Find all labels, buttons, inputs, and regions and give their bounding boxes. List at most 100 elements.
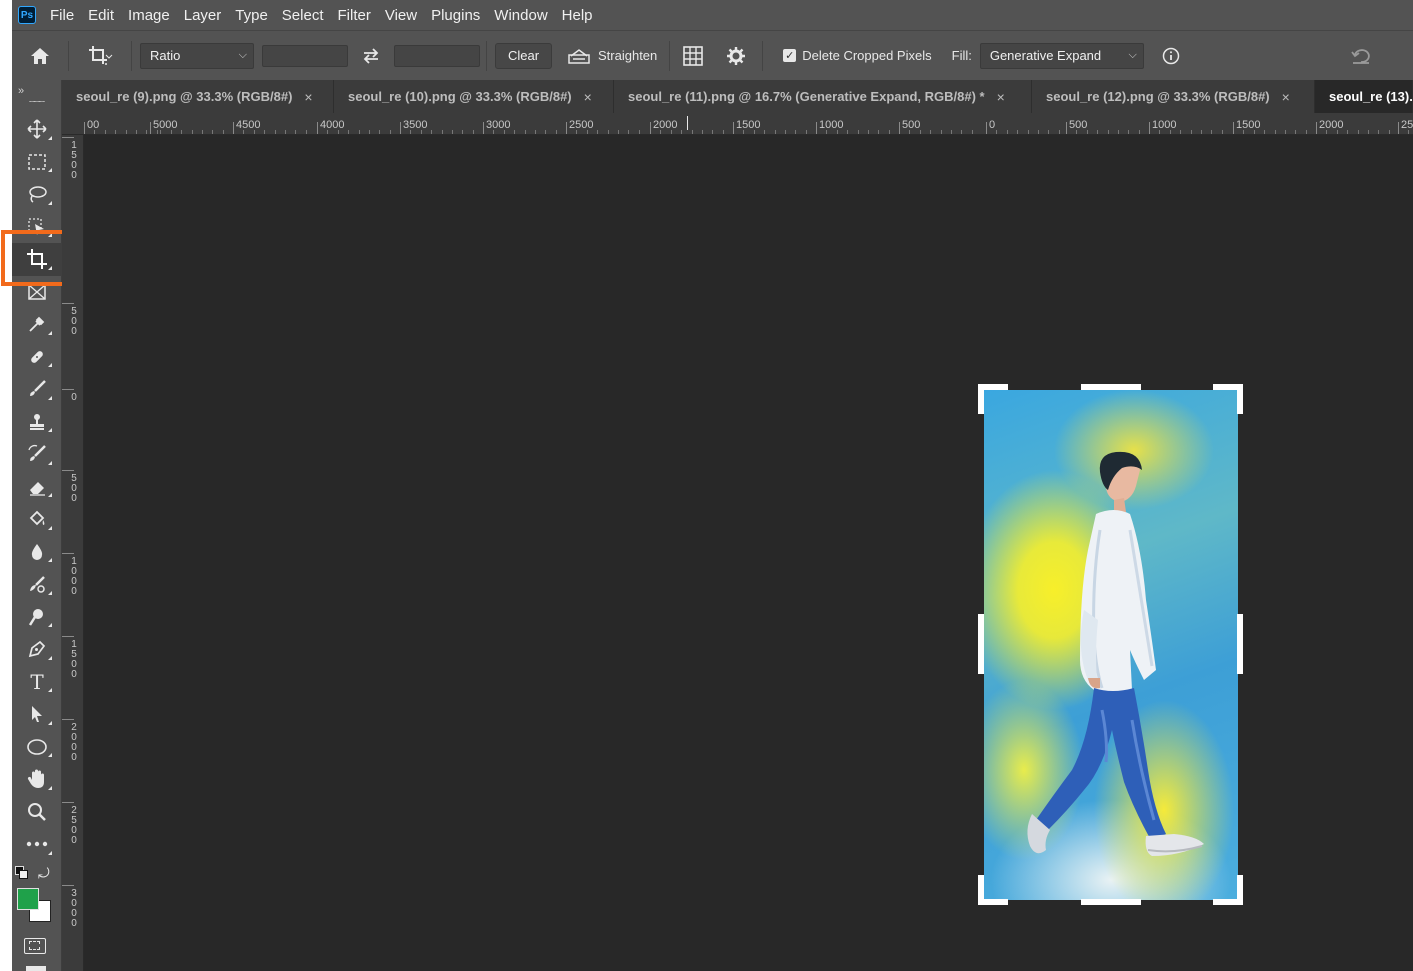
document-tab-active[interactable]: seoul_re (13). xyxy=(1315,80,1413,113)
ruler-label: 3000 xyxy=(486,119,511,131)
ruler-label: 0 xyxy=(71,752,77,763)
close-icon[interactable]: × xyxy=(1282,89,1290,105)
crop-handle-middle-right[interactable] xyxy=(1237,614,1243,674)
close-icon[interactable]: × xyxy=(584,89,592,105)
ruler-minor-tick xyxy=(202,130,203,134)
ruler-tick xyxy=(1233,122,1234,134)
screen-mode-icon[interactable] xyxy=(26,966,46,971)
width-input[interactable] xyxy=(262,44,348,67)
delete-cropped-label[interactable]: Delete Cropped Pixels xyxy=(802,48,931,63)
menu-plugins[interactable]: Plugins xyxy=(431,7,480,24)
crop-handle-top-left[interactable] xyxy=(978,384,984,414)
crop-handle-top-right[interactable] xyxy=(1237,384,1243,414)
ruler-tick xyxy=(986,122,987,134)
info-icon[interactable] xyxy=(1156,47,1186,65)
overlay-grid-icon[interactable] xyxy=(676,45,710,67)
crop-handle-bottom-right[interactable] xyxy=(1237,875,1243,905)
menu-select[interactable]: Select xyxy=(282,7,324,24)
move-icon[interactable] xyxy=(12,113,62,146)
menu-window[interactable]: Window xyxy=(494,7,547,24)
document-tab[interactable]: seoul_re (11).png @ 16.7% (Generative Ex… xyxy=(614,80,1032,113)
ruler-label: 0 xyxy=(71,918,77,929)
smudge-icon[interactable] xyxy=(12,568,62,601)
fill-dropdown[interactable]: Generative Expand ⌵ xyxy=(979,42,1144,69)
ratio-value: Ratio xyxy=(150,48,181,63)
ruler-minor-tick xyxy=(136,130,137,134)
menu-help[interactable]: Help xyxy=(562,7,593,24)
ruler-minor-tick xyxy=(410,130,412,134)
more-icon[interactable] xyxy=(12,828,62,861)
menu-layer[interactable]: Layer xyxy=(184,7,222,24)
panel-collapse-handle[interactable]: » ┄┄┄ xyxy=(12,80,61,113)
ruler-minor-tick xyxy=(524,130,526,134)
ruler-tick xyxy=(400,122,401,134)
ruler-minor-tick xyxy=(146,130,148,134)
paint-bucket-icon[interactable] xyxy=(12,503,62,536)
eraser-icon[interactable] xyxy=(12,471,62,504)
history-brush-icon[interactable] xyxy=(12,438,62,471)
straighten-icon[interactable] xyxy=(560,47,598,65)
menu-filter[interactable]: Filter xyxy=(338,7,371,24)
swap-icon[interactable] xyxy=(348,47,394,64)
swap-colors-icon[interactable]: ⤾ xyxy=(38,865,50,882)
clear-button[interactable]: Clear xyxy=(495,42,552,69)
foreground-color-swatch[interactable] xyxy=(17,888,39,910)
lasso-icon[interactable] xyxy=(12,178,62,211)
quick-mask-icon[interactable] xyxy=(24,938,46,954)
dodge-icon[interactable] xyxy=(12,601,62,634)
ruler-tick xyxy=(1149,122,1150,134)
type-icon[interactable]: T xyxy=(12,666,62,699)
document-tab[interactable]: seoul_re (9).png @ 33.3% (RGB/8#) × xyxy=(62,80,334,113)
blur-icon[interactable] xyxy=(12,536,62,569)
menu-file[interactable]: File xyxy=(50,7,74,24)
crop-handle-bottom-left[interactable] xyxy=(978,875,984,905)
crop-handle-middle-left[interactable] xyxy=(978,614,984,674)
ruler-label: 2500 xyxy=(569,119,594,131)
chevron-down-icon: ⌵ xyxy=(238,48,247,61)
undo-crop-icon[interactable] xyxy=(1346,47,1376,65)
brush-icon[interactable] xyxy=(12,373,62,406)
ruler-minor-tick xyxy=(420,130,422,134)
chevron-down-icon: ⌵ xyxy=(1128,48,1137,61)
height-input[interactable] xyxy=(394,44,480,67)
ruler-minor-tick xyxy=(971,130,973,134)
marquee-icon[interactable] xyxy=(12,146,62,179)
delete-cropped-checkbox[interactable]: ✓ xyxy=(783,49,797,62)
menu-image[interactable]: Image xyxy=(128,7,170,24)
ruler-minor-tick xyxy=(243,130,245,134)
separator xyxy=(486,40,487,71)
home-icon[interactable] xyxy=(18,46,62,66)
ruler-tick xyxy=(1066,122,1067,134)
ruler-minor-tick xyxy=(1201,130,1202,134)
crop-preset-icon[interactable] xyxy=(75,45,125,67)
ruler-minor-tick xyxy=(702,130,703,134)
ruler-minor-tick xyxy=(691,130,693,134)
path-select-icon[interactable] xyxy=(12,698,62,731)
stamp-icon[interactable] xyxy=(12,406,62,439)
eyedropper-icon[interactable] xyxy=(12,308,62,341)
ruler-label: 1000 xyxy=(1152,119,1177,131)
double-chevron-icon[interactable]: » xyxy=(18,85,24,97)
crop-handle-bottom-center[interactable] xyxy=(1081,899,1141,905)
default-colors-icon[interactable] xyxy=(15,866,29,880)
ellipse-icon[interactable] xyxy=(12,731,62,764)
close-icon[interactable]: × xyxy=(304,89,312,105)
healing-icon[interactable] xyxy=(12,341,62,374)
menu-edit[interactable]: Edit xyxy=(88,7,114,24)
tab-label: seoul_re (10).png @ 33.3% (RGB/8#) xyxy=(348,89,572,104)
close-icon[interactable]: × xyxy=(997,89,1005,105)
menu-type[interactable]: Type xyxy=(235,7,268,24)
straighten-label[interactable]: Straighten xyxy=(598,48,657,63)
menu-view[interactable]: View xyxy=(385,7,417,24)
document-tab[interactable]: seoul_re (10).png @ 33.3% (RGB/8#) × xyxy=(334,80,614,113)
ratio-dropdown[interactable]: Ratio ⌵ xyxy=(140,42,254,69)
ruler-minor-tick xyxy=(940,130,942,134)
gear-icon[interactable] xyxy=(716,46,756,66)
zoom-icon[interactable] xyxy=(12,796,62,829)
document-image[interactable] xyxy=(984,390,1238,900)
pen-icon[interactable] xyxy=(12,633,62,666)
crop-handle-top-center[interactable] xyxy=(1081,384,1141,390)
hand-icon[interactable] xyxy=(12,763,62,796)
ruler-tick xyxy=(233,122,234,134)
document-tab[interactable]: seoul_re (12).png @ 33.3% (RGB/8#) × xyxy=(1032,80,1315,113)
